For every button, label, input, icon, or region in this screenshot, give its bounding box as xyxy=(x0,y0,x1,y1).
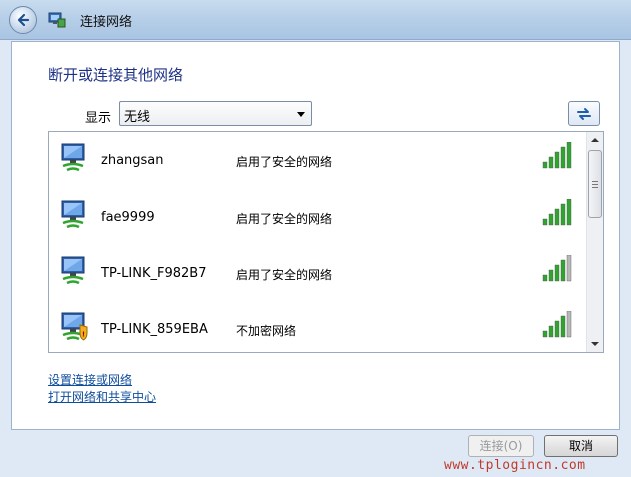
network-row[interactable]: fae9999 启用了安全的网络 xyxy=(49,189,585,245)
network-status: 启用了安全的网络 xyxy=(236,155,333,169)
signal-strength-icon xyxy=(542,142,572,169)
network-name: zhangsan xyxy=(101,153,164,168)
network-name: TP-LINK_F982B7 xyxy=(101,266,207,281)
chevron-down-icon xyxy=(297,112,305,117)
secure-network-icon xyxy=(61,256,85,285)
network-row[interactable]: zhangsan 启用了安全的网络 xyxy=(49,132,585,188)
setup-connection-link[interactable]: 设置连接或网络 xyxy=(48,371,132,388)
network-status: 不加密网络 xyxy=(236,324,297,338)
refresh-icon xyxy=(577,107,591,120)
scroll-down-button[interactable] xyxy=(587,336,603,352)
network-connect-icon xyxy=(48,12,66,28)
show-label: 显示 xyxy=(85,111,112,126)
content-panel: 断开或连接其他网络 显示 无线 zhangsan 启用了安全的网络 fae9999 启… xyxy=(11,41,620,430)
scroll-thumb[interactable] xyxy=(588,150,602,218)
network-row[interactable]: TP-LINK_F982B7 启用了安全的网络 xyxy=(49,245,585,301)
show-filter-select[interactable]: 无线 xyxy=(119,101,312,126)
scroll-up-icon xyxy=(591,138,599,142)
page-heading: 断开或连接其他网络 xyxy=(48,66,184,84)
back-button[interactable] xyxy=(9,6,37,34)
cancel-button[interactable]: 取消 xyxy=(544,435,618,457)
svg-text:!: ! xyxy=(82,331,85,339)
refresh-button[interactable] xyxy=(568,101,600,126)
scroll-down-icon xyxy=(591,342,599,346)
watermark-text: www.tplogincn.com xyxy=(444,458,586,473)
title-bar: 连接网络 xyxy=(0,0,631,40)
signal-strength-icon xyxy=(542,199,572,226)
window-title: 连接网络 xyxy=(80,15,133,30)
network-status: 启用了安全的网络 xyxy=(236,268,333,282)
scroll-up-button[interactable] xyxy=(587,132,603,148)
grip-icon xyxy=(592,181,598,188)
network-name: fae9999 xyxy=(101,210,155,225)
network-name: TP-LINK_859EBA xyxy=(101,322,208,337)
network-status: 启用了安全的网络 xyxy=(236,212,333,226)
network-list: zhangsan 启用了安全的网络 fae9999 启用了安全的网络 TP-LINK_F… xyxy=(48,131,604,353)
secure-network-icon xyxy=(61,143,85,172)
signal-strength-icon xyxy=(542,255,572,282)
vertical-scrollbar[interactable] xyxy=(586,132,603,352)
signal-strength-icon xyxy=(542,311,572,338)
open-network-shield-icon: ! xyxy=(61,312,88,341)
network-row[interactable]: ! TP-LINK_859EBA 不加密网络 xyxy=(49,301,585,352)
back-arrow-icon xyxy=(17,13,30,27)
open-network-center-link[interactable]: 打开网络和共享中心 xyxy=(48,388,156,405)
connect-button[interactable]: 连接(O) xyxy=(468,435,534,457)
secure-network-icon xyxy=(61,200,85,229)
show-filter-value: 无线 xyxy=(124,110,151,125)
